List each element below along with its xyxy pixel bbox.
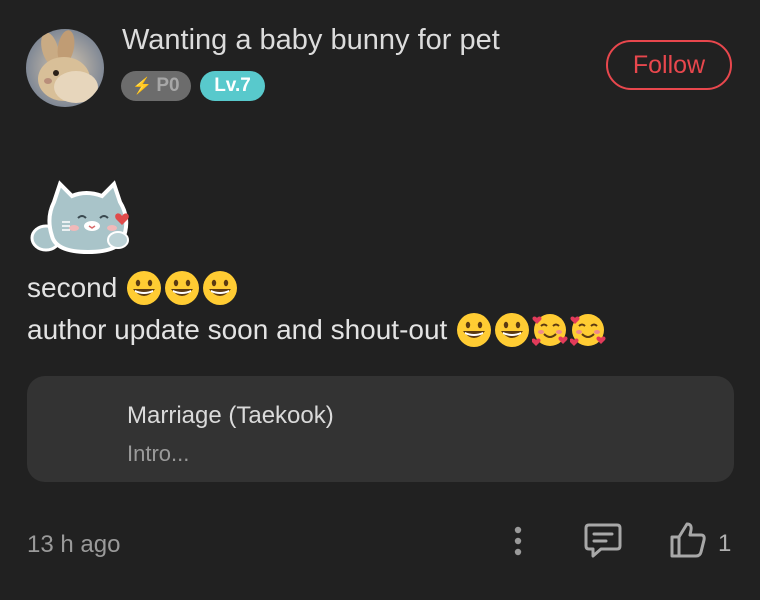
grinning-emoji-icon [457,313,492,347]
post-text-line-1: second [27,270,238,306]
grinning-emoji-icon [495,313,530,347]
more-options-button[interactable] [504,524,532,558]
grinning-emoji-icon [165,271,200,305]
post-text-line-2: author update soon and shout-out [27,312,606,348]
comment-icon [584,523,622,558]
post-line-2-emojis [456,312,606,348]
bunny-avatar-icon [26,29,104,107]
smiling-hearts-emoji-icon [532,314,568,346]
grinning-emoji-icon [127,271,162,305]
post-text-line-2-text: author update soon and shout-out [27,314,448,345]
vertical-dots-icon [514,526,522,556]
post-line-1-emojis [126,270,238,306]
cat-sticker-icon [30,180,129,255]
level-badge: Lv.7 [200,71,265,101]
comment-button[interactable] [583,520,623,560]
grinning-emoji-icon [203,271,238,305]
follow-button[interactable]: Follow [606,40,732,90]
thumbs-up-icon [670,522,706,558]
linked-story-title: Marriage (Taekook) [127,402,334,429]
linked-story-subtitle: Intro... [127,441,190,466]
linked-story-card[interactable]: Marriage (Taekook) Intro... [27,376,734,482]
points-badge-label: P0 [156,75,180,96]
like-count: 1 [718,530,732,557]
post-timestamp: 13 h ago [27,531,121,558]
author-name[interactable]: Wanting a baby bunny for pet [122,24,500,57]
like-button[interactable] [668,520,708,560]
smiling-hearts-emoji-icon [570,314,606,346]
post-text-line-1-text: second [27,272,118,303]
author-avatar[interactable] [26,29,104,107]
points-badge: ⚡ P0 [121,71,191,101]
cat-sticker [26,180,144,256]
bolt-icon: ⚡ [132,78,153,95]
author-badges: ⚡ P0 Lv.7 [121,71,265,101]
